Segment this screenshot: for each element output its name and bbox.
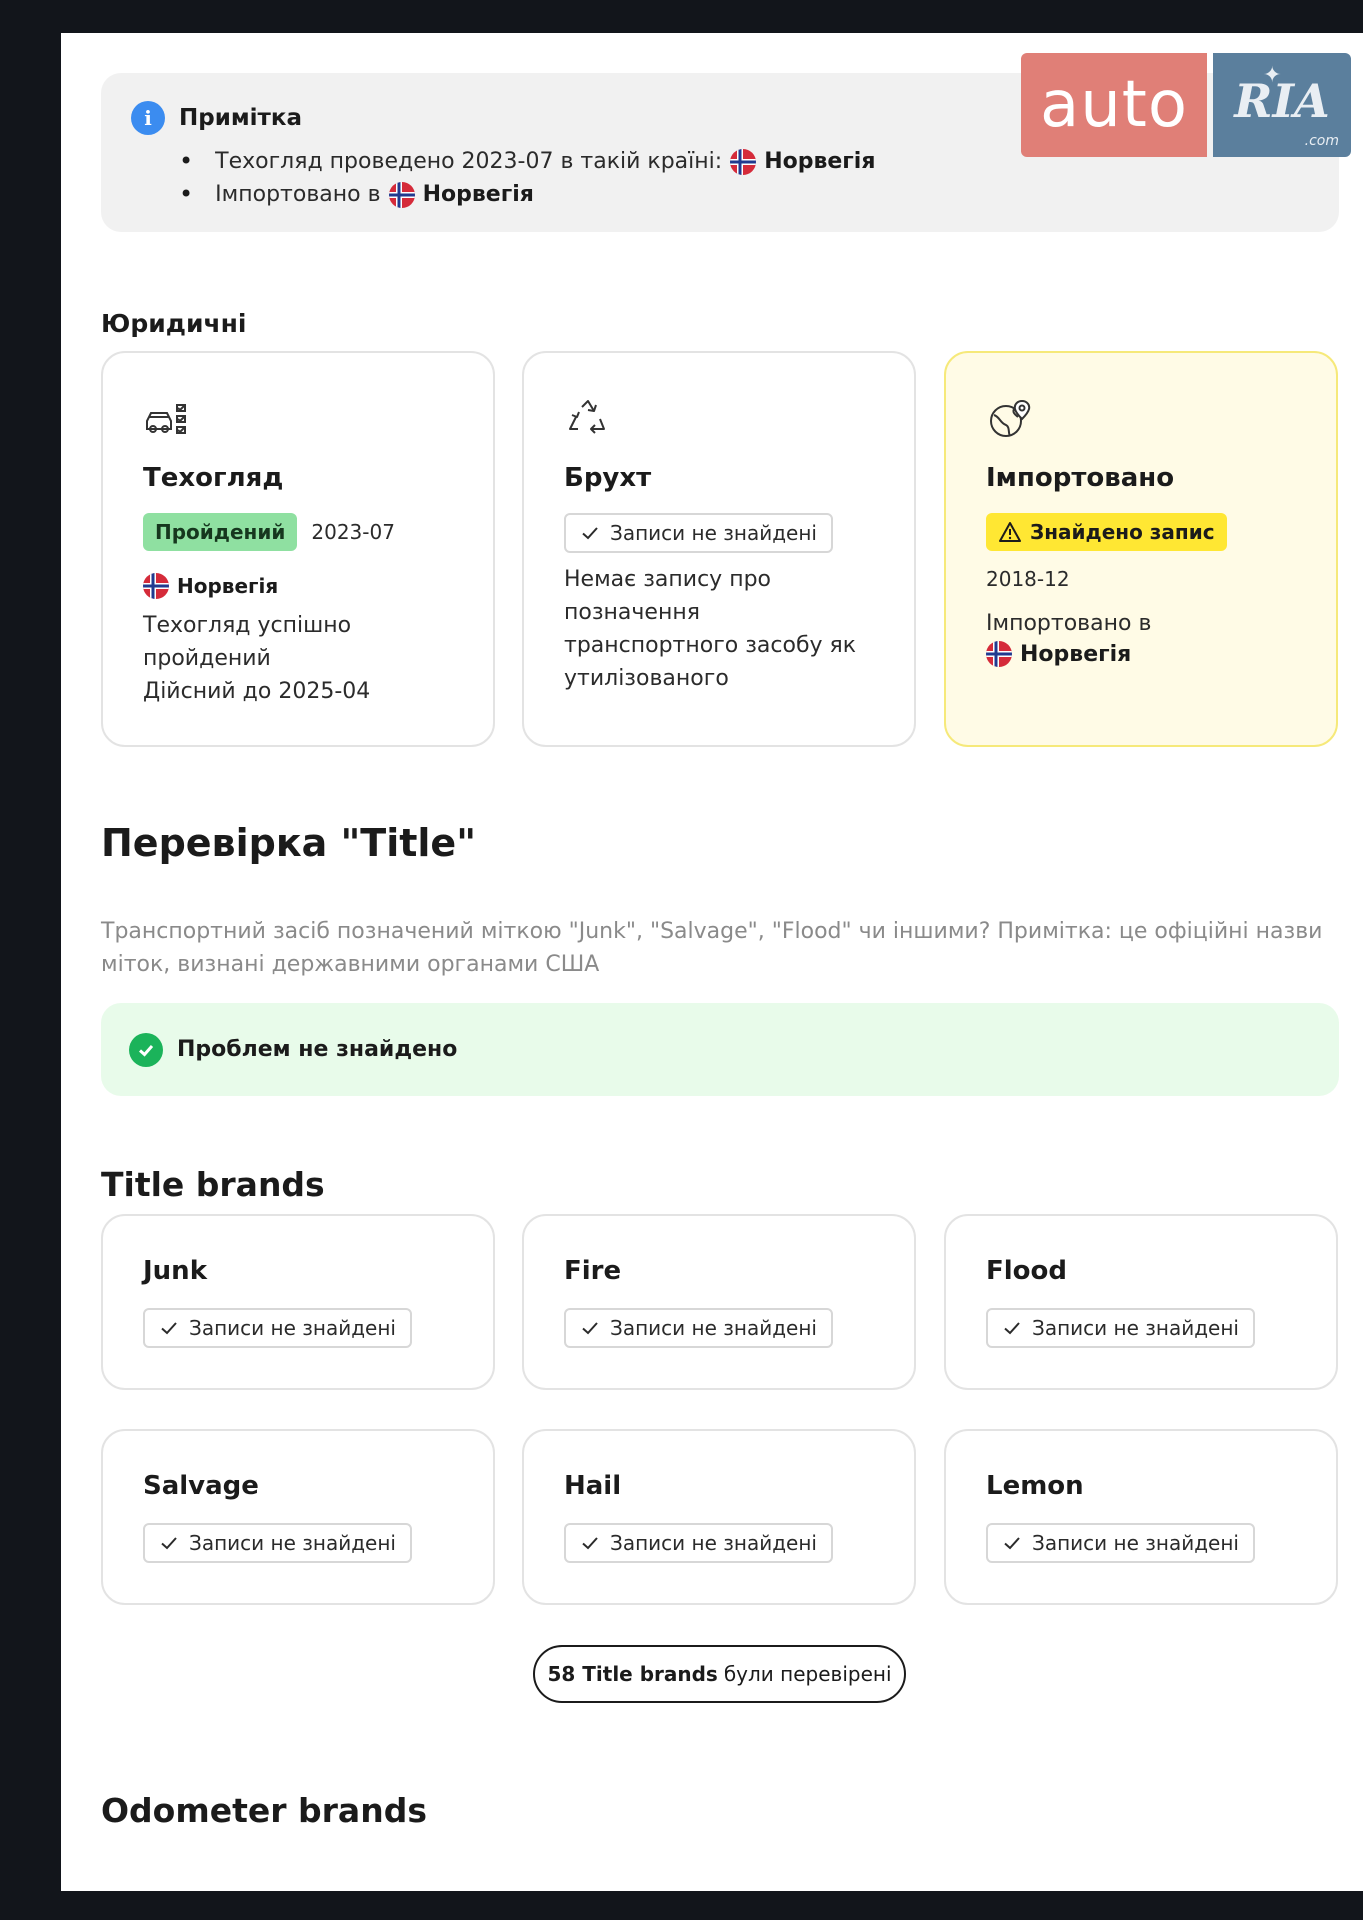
logo-auto: auto (1021, 53, 1207, 157)
chip-label: Записи не знайдені (610, 521, 817, 545)
checked-brands-button[interactable]: 58 Title brands були перевірені (533, 1645, 906, 1703)
logo-ria: ✦ RIA .com (1213, 53, 1351, 157)
brand-card-flood: Flood Записи не знайдені (944, 1214, 1338, 1390)
title-brands-heading: Title brands (101, 1165, 325, 1204)
check-icon (1002, 1533, 1022, 1553)
star-icon: ✦ (1263, 63, 1282, 88)
no-records-chip: Записи не знайдені (986, 1308, 1255, 1348)
chip-label: Записи не знайдені (1032, 1316, 1239, 1340)
badge-label: Знайдено запис (1030, 520, 1215, 544)
warning-icon (999, 522, 1021, 542)
inspection-country: Норвегія (177, 574, 279, 598)
imported-date: 2018-12 (986, 567, 1070, 591)
no-records-chip: Записи не знайдені (143, 1523, 412, 1563)
check-icon (1002, 1318, 1022, 1338)
check-icon (159, 1318, 179, 1338)
note-item: Імпортовано в Норвегія (179, 178, 1309, 211)
check-icon (580, 1533, 600, 1553)
check-icon (159, 1533, 179, 1553)
inspection-card: Техогляд Пройдений 2023-07 Норвегія Техо… (101, 351, 495, 747)
note-item-country: Норвегія (422, 182, 534, 207)
report-page: auto ✦ RIA .com i Примітка Техогляд пров… (61, 33, 1363, 1891)
text-line: транспортного засобу як (564, 633, 857, 658)
brand-card-salvage: Salvage Записи не знайдені (101, 1429, 495, 1605)
brand-card-junk: Junk Записи не знайдені (101, 1214, 495, 1390)
norway-flag-icon (143, 573, 169, 599)
imported-card: Імпортовано Знайдено запис 2018-12 Імпор… (944, 351, 1338, 747)
recycle-icon (569, 400, 605, 434)
chip-label: Записи не знайдені (610, 1316, 817, 1340)
text-line: Транспортний засіб позначений міткою "Ju… (101, 919, 1323, 944)
checked-suffix: були перевірені (723, 1662, 892, 1686)
chip-label: Записи не знайдені (189, 1531, 396, 1555)
no-records-chip: Записи не знайдені (986, 1523, 1255, 1563)
no-records-chip: Записи не знайдені (143, 1308, 412, 1348)
brand-card-hail: Hail Записи не знайдені (522, 1429, 916, 1605)
imported-country: Норвегія (1020, 641, 1132, 667)
no-problems-text: Проблем не знайдено (177, 1037, 458, 1062)
chip-label: Записи не знайдені (610, 1531, 817, 1555)
inspection-description: Техогляд успішно пройдений Дійсний до 20… (143, 609, 370, 708)
brand-name: Salvage (143, 1471, 259, 1501)
check-icon (580, 1318, 600, 1338)
legal-heading: Юридичні (101, 309, 247, 338)
no-problems-box: Проблем не знайдено (101, 1003, 1339, 1096)
brand-name: Lemon (986, 1471, 1084, 1501)
chip-label: Записи не знайдені (189, 1316, 396, 1340)
text-line: пройдений (143, 646, 271, 671)
title-check-description: Транспортний засіб позначений міткою "Ju… (101, 915, 1341, 981)
norway-flag-icon (389, 182, 415, 208)
note-item-text: Техогляд проведено 2023-07 в такій країн… (215, 149, 723, 174)
logo-com-text: .com (1304, 133, 1339, 149)
note-item-country: Норвегія (764, 149, 876, 174)
no-records-chip: Записи не знайдені (564, 513, 833, 553)
autoria-logo[interactable]: auto ✦ RIA .com (1021, 53, 1351, 157)
brand-name: Flood (986, 1256, 1068, 1286)
scrap-title: Брухт (564, 463, 652, 493)
car-checklist-icon (146, 404, 186, 434)
brand-name: Fire (564, 1256, 622, 1286)
status-badge: Пройдений (143, 513, 298, 551)
imported-text: Імпортовано в (986, 611, 1152, 636)
text-line: утилізованого (564, 666, 729, 691)
text-line: міток, визнані державними органами США (101, 952, 600, 977)
globe-pin-icon (990, 399, 1031, 437)
checked-count: 58 Title brands (547, 1662, 718, 1686)
text-line: Дійсний до 2025-04 (143, 679, 371, 704)
record-found-badge: Знайдено запис (986, 513, 1227, 551)
norway-flag-icon (986, 641, 1012, 667)
brand-card-fire: Fire Записи не знайдені (522, 1214, 916, 1390)
text-line: Техогляд успішно (143, 613, 352, 638)
check-icon (580, 523, 600, 543)
imported-title: Імпортовано (986, 463, 1175, 493)
inspection-title: Техогляд (143, 463, 284, 493)
note-item-text: Імпортовано в (215, 182, 381, 207)
norway-flag-icon (730, 149, 756, 175)
brand-card-lemon: Lemon Записи не знайдені (944, 1429, 1338, 1605)
logo-ria-text: RIA (1234, 74, 1330, 128)
note-title: Примітка (179, 105, 302, 131)
scrap-card: Брухт Записи не знайдені Немає запису пр… (522, 351, 916, 747)
no-records-chip: Записи не знайдені (564, 1523, 833, 1563)
brand-name: Hail (564, 1471, 622, 1501)
title-check-heading: Перевірка "Title" (101, 821, 476, 865)
odometer-heading: Odometer brands (101, 1791, 427, 1830)
chip-label: Записи не знайдені (1032, 1531, 1239, 1555)
inspection-date: 2023-07 (311, 519, 395, 544)
text-line: позначення (564, 600, 700, 625)
no-records-chip: Записи не знайдені (564, 1308, 833, 1348)
info-icon: i (131, 101, 165, 135)
check-circle-icon (129, 1032, 163, 1067)
brand-name: Junk (143, 1256, 207, 1286)
text-line: Немає запису про (564, 567, 772, 592)
scrap-description: Немає запису про позначення транспортног… (564, 563, 856, 695)
